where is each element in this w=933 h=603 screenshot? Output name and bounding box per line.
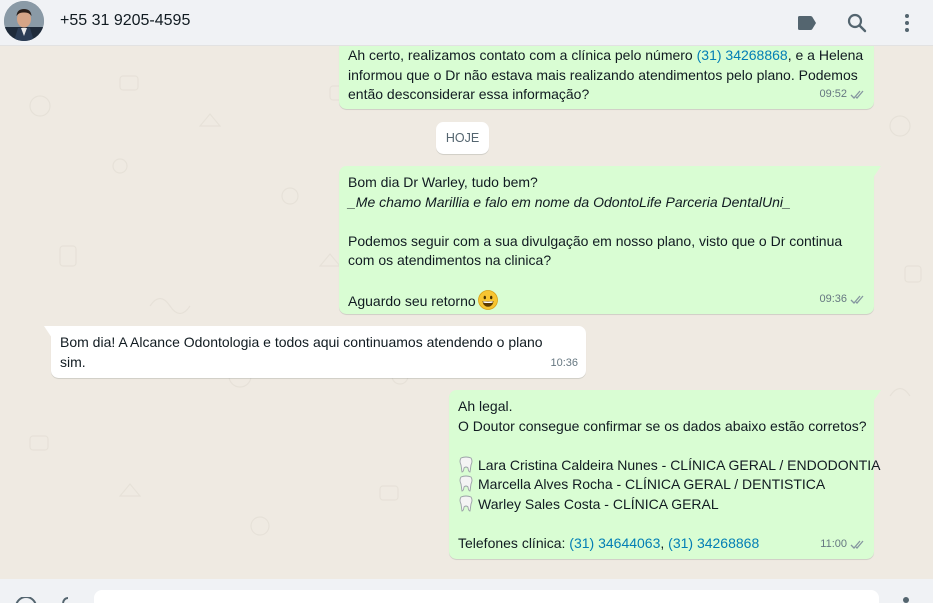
chat-area[interactable]: Ah certo, realizamos contato com a clíni… [0, 46, 933, 579]
message-text-line: Podemos seguir com a sua divulgação em n… [348, 232, 843, 249]
message-text-line: Warley Sales Costa - CLÍNICA GERAL [458, 495, 865, 515]
message-text-line: Aguardo seu retorno [348, 290, 865, 312]
search-icon[interactable] [845, 11, 869, 35]
message-outgoing-3[interactable]: Ah legal. O Doutor consegue confirmar se… [449, 390, 881, 559]
message-outgoing-1[interactable]: Ah certo, realizamos contato com a clíni… [339, 46, 874, 109]
contact-name[interactable]: +55 31 9205-4595 [60, 12, 190, 30]
emoji-icon[interactable] [14, 597, 38, 603]
attach-icon[interactable] [60, 597, 76, 603]
bubble-tail [873, 390, 881, 402]
message-incoming-1[interactable]: Bom dia! A Alcance Odontologia e todos a… [44, 326, 586, 378]
message-time: 11:00 [820, 537, 847, 550]
phone-link[interactable]: (31) 34268868 [668, 535, 759, 551]
message-text-line: Ah legal. [458, 398, 513, 414]
message-text-line: então desconsiderar essa informação? [348, 86, 590, 102]
message-meta: 09:52 [819, 85, 866, 105]
message-time: 09:36 [819, 292, 847, 305]
message-text-line [458, 514, 865, 534]
message-text-line-italic: _Me chamo Marillia e falo em nome da Odo… [348, 193, 791, 210]
message-input[interactable] [94, 590, 879, 603]
message-text-line [458, 436, 865, 456]
bubble-tail [873, 166, 881, 178]
message-text-line: com os atendimentos na clinica? [348, 252, 552, 268]
message-text-line [348, 271, 865, 291]
double-check-icon [850, 295, 864, 304]
tooth-emoji-icon [459, 456, 473, 472]
bubble-tail [44, 326, 52, 338]
tooth-emoji-icon [459, 495, 473, 511]
message-text-line: sim. [60, 353, 86, 370]
message-time: 09:52 [819, 87, 847, 100]
contact-avatar[interactable] [4, 1, 44, 41]
chat-header: +55 31 9205-4595 [0, 0, 933, 46]
microphone-icon[interactable] [901, 597, 911, 603]
menu-icon[interactable] [895, 11, 919, 35]
message-text-line: Lara Cristina Caldeira Nunes - CLÍNICA G… [458, 456, 881, 476]
phone-link[interactable]: (31) 34268868 [697, 47, 788, 63]
label-icon[interactable] [795, 11, 819, 35]
message-time: 10:36 [550, 356, 578, 369]
message-text-line: Bom dia! A Alcance Odontologia e todos a… [60, 334, 543, 350]
message-meta: 10:36 [550, 354, 578, 374]
message-meta: 11:00 [820, 535, 866, 555]
double-check-icon [850, 540, 864, 549]
double-check-icon [850, 90, 864, 99]
message-text-line: informou que o Dr não estava mais realiz… [348, 66, 858, 83]
message-text-line: Telefones clínica: (31) 34644063, (31) 3… [458, 534, 760, 551]
message-text-line [348, 212, 865, 232]
message-text-line: Bom dia Dr Warley, tudo bem? [348, 174, 538, 190]
message-text-line: Marcella Alves Rocha - CLÍNICA GERAL / D… [458, 475, 865, 495]
compose-bar [0, 579, 933, 603]
message-outgoing-2[interactable]: Bom dia Dr Warley, tudo bem? _Me chamo M… [339, 166, 881, 314]
date-separator: HOJE [436, 122, 489, 154]
message-meta: 09:36 [819, 290, 866, 310]
message-text-line: Ah certo, realizamos contato com a clíni… [348, 47, 864, 63]
message-text-line: O Doutor consegue confirmar se os dados … [458, 417, 867, 434]
grinning-face-emoji-icon [477, 290, 498, 310]
phone-link[interactable]: (31) 34644063 [569, 535, 660, 551]
tooth-emoji-icon [459, 475, 473, 492]
